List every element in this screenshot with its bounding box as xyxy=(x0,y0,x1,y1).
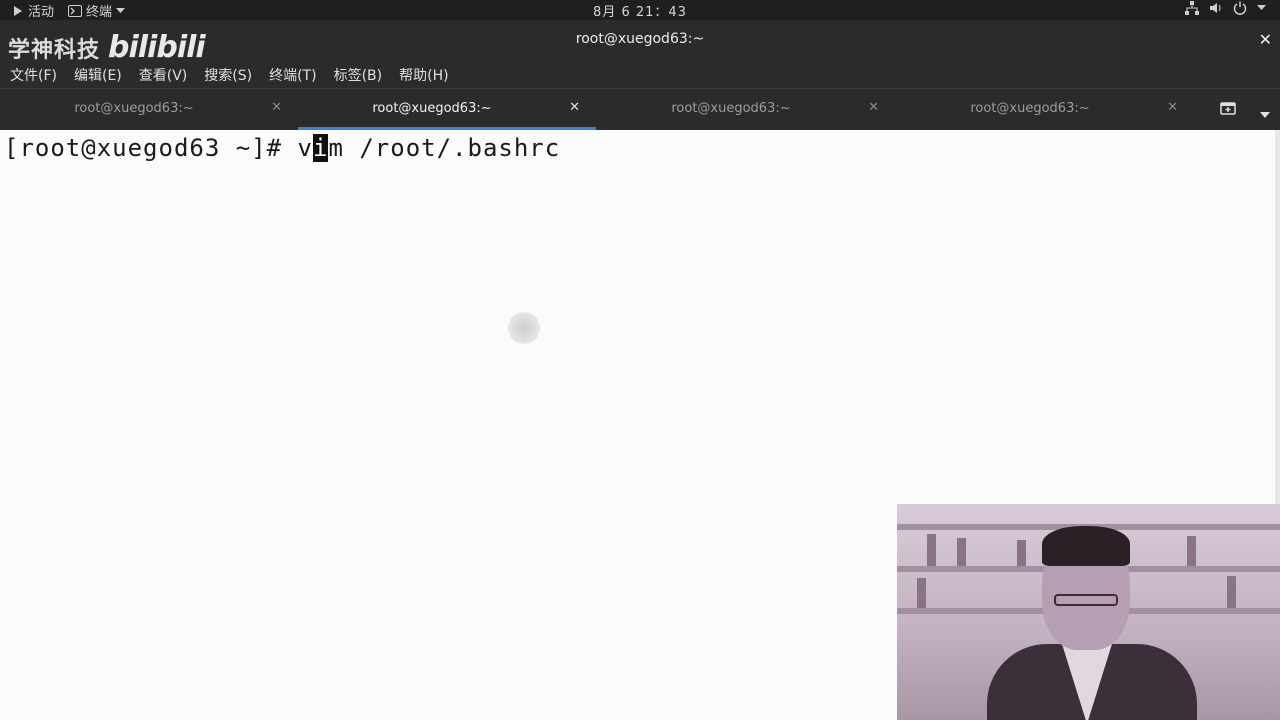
clock[interactable]: 8月 6 21：43 xyxy=(0,1,1280,20)
power-icon[interactable] xyxy=(1233,1,1247,15)
close-tab-icon[interactable]: ✕ xyxy=(271,100,282,115)
network-icon[interactable] xyxy=(1185,1,1199,15)
terminal-command-line: [root@xuegod63 ~]# vim /root/.bashrc xyxy=(4,134,560,162)
tab-label: root@xuegod63:~ xyxy=(372,101,492,116)
tab-1[interactable]: root@xuegod63:~ ✕ xyxy=(0,89,298,130)
command-text: m /root/.bashrc xyxy=(328,134,561,162)
close-tab-icon[interactable]: ✕ xyxy=(868,100,879,115)
book xyxy=(927,534,936,566)
book xyxy=(1017,540,1026,566)
tab-2[interactable]: root@xuegod63:~ ✕ xyxy=(298,89,596,130)
tab-bar: root@xuegod63:~ ✕ root@xuegod63:~ ✕ root… xyxy=(0,88,1280,130)
book xyxy=(957,538,966,566)
close-tab-icon[interactable]: ✕ xyxy=(569,100,580,115)
window-title-bar[interactable]: 学神科技 bilibili root@xuegod63:~ ✕ xyxy=(0,20,1280,65)
menu-edit[interactable]: 编辑(E) xyxy=(74,65,122,85)
tab-4[interactable]: root@xuegod63:~ ✕ xyxy=(896,89,1194,130)
new-tab-icon[interactable] xyxy=(1220,100,1236,120)
menu-tabs[interactable]: 标签(B) xyxy=(334,65,383,85)
system-top-bar: 活动 终端 8月 6 21：43 xyxy=(0,0,1280,20)
menu-bar: 文件(F) 编辑(E) 查看(V) 搜索(S) 终端(T) 标签(B) 帮助(H… xyxy=(0,62,1280,88)
book xyxy=(917,578,926,608)
menu-help[interactable]: 帮助(H) xyxy=(399,65,448,85)
close-window-button[interactable]: ✕ xyxy=(1259,30,1272,49)
close-tab-icon[interactable]: ✕ xyxy=(1167,100,1178,115)
menu-terminal[interactable]: 终端(T) xyxy=(269,65,316,85)
shell-prompt: [root@xuegod63 ~]# xyxy=(4,134,298,162)
chevron-down-icon[interactable] xyxy=(1257,5,1266,11)
window-title: root@xuegod63:~ xyxy=(575,31,705,47)
menu-search[interactable]: 搜索(S) xyxy=(204,65,252,85)
mouse-pointer-highlight xyxy=(508,312,540,344)
command-text: v xyxy=(297,134,313,162)
person-hair xyxy=(1042,526,1130,566)
menu-view[interactable]: 查看(V) xyxy=(139,65,188,85)
menu-file[interactable]: 文件(F) xyxy=(10,65,57,85)
book xyxy=(1187,536,1196,566)
tab-label: root@xuegod63:~ xyxy=(74,101,194,116)
book xyxy=(1227,576,1236,608)
tab-label: root@xuegod63:~ xyxy=(671,101,791,116)
tab-label: root@xuegod63:~ xyxy=(970,101,1090,116)
webcam-overlay xyxy=(897,504,1280,720)
volume-icon[interactable] xyxy=(1209,1,1223,15)
tab-3[interactable]: root@xuegod63:~ ✕ xyxy=(597,89,895,130)
tabs-menu-chevron-icon[interactable] xyxy=(1260,103,1270,122)
person-glasses xyxy=(1054,594,1118,606)
text-cursor: i xyxy=(313,134,329,162)
